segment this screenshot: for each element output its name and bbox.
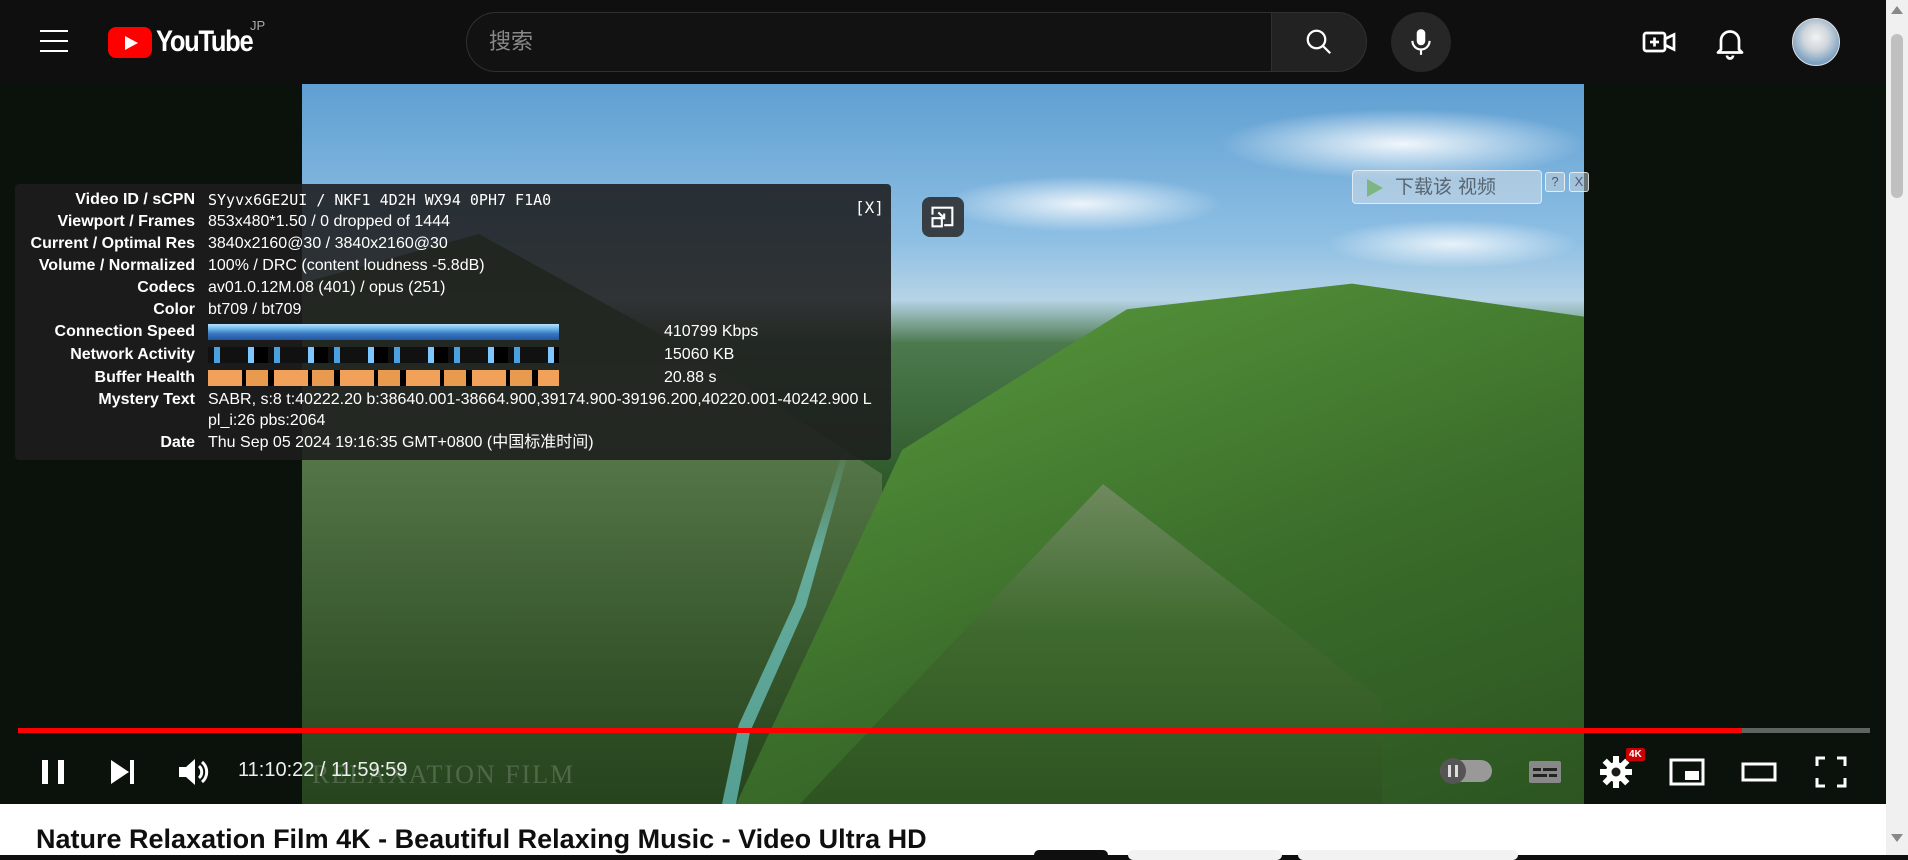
video-create-icon [1642, 31, 1676, 53]
video-watermark: RELAXATION FILM [312, 760, 576, 789]
menu-icon[interactable] [40, 30, 68, 52]
scrollbar-thumb[interactable] [1891, 34, 1903, 198]
autoplay-pause-icon [1448, 765, 1458, 777]
stats-value: 410799 Kbps [664, 323, 759, 340]
download-close-button[interactable]: X [1569, 172, 1589, 192]
buffer-health-graph [208, 370, 559, 386]
stats-row-connection-speed: Connection Speed 410799 Kbps [15, 322, 891, 342]
search-icon [1306, 29, 1332, 55]
stats-row-volume: Volume / Normalized 100% / DRC (content … [15, 256, 891, 276]
stats-for-nerds-panel: [X] Video ID / sCPN SYyvx6GE2UI / NKF1 4… [15, 184, 891, 460]
youtube-logo[interactable]: YouTube JP [108, 18, 269, 60]
pause-button[interactable] [29, 748, 77, 796]
miniplayer-icon [1669, 758, 1705, 786]
like-dislike-button[interactable] [1128, 850, 1282, 860]
stats-value: 15060 KB [664, 346, 735, 363]
video-player[interactable]: 下载该 视频 ? X [X] Video ID / sCPN SYyvx6GE2… [0, 84, 1886, 804]
stats-value: 853x480*1.50 / 0 dropped of 1444 [208, 213, 450, 230]
theater-mode-icon [1741, 762, 1777, 782]
next-button[interactable] [99, 748, 147, 796]
mute-button[interactable] [169, 748, 217, 796]
stats-row-date: Date Thu Sep 05 2024 19:16:35 GMT+0800 (… [15, 433, 891, 453]
fullscreen-button[interactable] [1807, 748, 1855, 796]
skip-next-icon [111, 760, 134, 784]
stats-value: Thu Sep 05 2024 19:16:35 GMT+0800 (中国标准时… [208, 434, 594, 451]
stats-row-video-id: Video ID / sCPN SYyvx6GE2UI / NKF1 4D2H … [15, 190, 891, 210]
stats-value: 3840x2160@30 / 3840x2160@30 [208, 235, 448, 252]
stats-label: Date [160, 434, 195, 451]
masthead: YouTube JP [0, 0, 1886, 84]
notifications-button[interactable] [1712, 24, 1748, 60]
voice-search-button[interactable] [1391, 12, 1451, 72]
stats-label: Codecs [137, 279, 195, 296]
stats-label: Volume / Normalized [38, 257, 195, 274]
search-button[interactable] [1271, 12, 1367, 72]
stats-row-mystery-text: Mystery Text SABR, s:8 t:40222.20 b:3864… [15, 390, 891, 410]
stats-label: Network Activity [70, 346, 195, 363]
stats-row-viewport: Viewport / Frames 853x480*1.50 / 0 dropp… [15, 212, 891, 232]
network-activity-graph [208, 347, 559, 363]
stats-value: SYyvx6GE2UI / NKF1 4D2H WX94 0PH7 F1A0 [208, 191, 552, 209]
stats-label: Connection Speed [54, 323, 195, 340]
stats-label: Current / Optimal Res [30, 235, 195, 252]
autoplay-toggle[interactable] [1440, 758, 1492, 784]
create-video-button[interactable] [1641, 24, 1677, 60]
stats-label: Mystery Text [98, 391, 195, 408]
stats-row-mystery-text-cont: pl_i:26 pbs:2064 [15, 411, 891, 431]
scroll-up-arrow-icon[interactable] [1891, 6, 1903, 14]
stats-label: Video ID / sCPN [75, 191, 195, 208]
stats-row-color: Color bt709 / bt709 [15, 300, 891, 320]
miniplayer-button[interactable] [922, 197, 964, 237]
video-title: Nature Relaxation Film 4K - Beautiful Re… [36, 824, 927, 854]
stats-value: av01.0.12M.08 (401) / opus (251) [208, 279, 446, 296]
stats-row-buffer-health: Buffer Health 20.88 s [15, 368, 891, 388]
search-box [466, 12, 1272, 72]
subtitles-icon [1529, 761, 1561, 783]
country-code: JP [250, 18, 266, 33]
miniplayer-icon [931, 206, 954, 228]
download-help-button[interactable]: ? [1545, 172, 1565, 192]
stats-value: 20.88 s [664, 369, 717, 386]
search-input[interactable] [489, 13, 1249, 71]
subscribe-button[interactable] [1034, 850, 1108, 860]
progress-bar-played [18, 728, 1743, 733]
fullscreen-icon [1815, 756, 1847, 788]
stats-row-codecs: Codecs av01.0.12M.08 (401) / opus (251) [15, 278, 891, 298]
theater-mode-button[interactable] [1735, 748, 1783, 796]
subtitles-button[interactable] [1521, 748, 1569, 796]
avatar[interactable] [1792, 18, 1840, 66]
page-scrollbar[interactable] [1886, 0, 1908, 855]
logo-text: YouTube [156, 25, 254, 58]
progress-bar[interactable] [18, 728, 1870, 733]
volume-icon [179, 759, 209, 785]
stats-row-resolution: Current / Optimal Res 3840x2160@30 / 384… [15, 234, 891, 254]
connection-speed-graph [208, 324, 559, 340]
youtube-play-icon [108, 26, 152, 58]
stats-row-network-activity: Network Activity 15060 KB [15, 345, 891, 365]
bell-icon [1716, 30, 1744, 60]
stats-label: Viewport / Frames [57, 213, 195, 230]
stats-value: SABR, s:8 t:40222.20 b:38640.001-38664.9… [208, 391, 872, 408]
quality-badge: 4K [1626, 748, 1645, 761]
microphone-icon [1411, 29, 1431, 55]
miniplayer-control-button[interactable] [1663, 748, 1711, 796]
stats-label: Color [153, 301, 195, 318]
stats-label: Buffer Health [94, 369, 195, 386]
stats-value: 100% / DRC (content loudness -5.8dB) [208, 257, 485, 274]
download-video-overlay[interactable]: 下载该 视频 [1352, 170, 1542, 204]
scroll-down-arrow-icon[interactable] [1891, 834, 1903, 842]
stats-value: pl_i:26 pbs:2064 [208, 412, 326, 429]
autoplay-knob [1440, 758, 1466, 784]
stats-value: bt709 / bt709 [208, 301, 302, 318]
pause-icon [42, 760, 64, 784]
share-button[interactable] [1298, 850, 1518, 860]
